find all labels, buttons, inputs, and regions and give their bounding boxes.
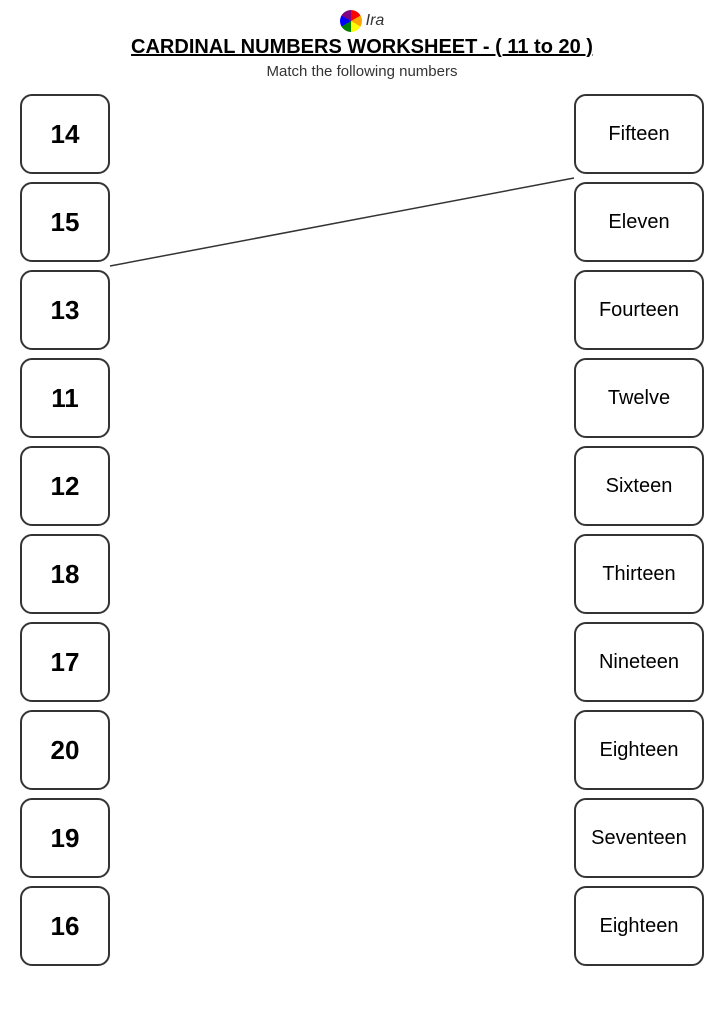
word-box-nineteen-6: Nineteen xyxy=(574,622,704,702)
worksheet-body: 14151311121817201916 FifteenElevenFourte… xyxy=(20,94,704,994)
number-box-18: 18 xyxy=(20,534,110,614)
word-box-fifteen-0: Fifteen xyxy=(574,94,704,174)
number-box-12: 12 xyxy=(20,446,110,526)
number-box-14: 14 xyxy=(20,94,110,174)
word-box-sixteen-4: Sixteen xyxy=(574,446,704,526)
right-column: FifteenElevenFourteenTwelveSixteenThirte… xyxy=(574,94,704,966)
logo-area: Ira xyxy=(0,10,724,32)
word-box-eighteen-7: Eighteen xyxy=(574,710,704,790)
word-box-thirteen-5: Thirteen xyxy=(574,534,704,614)
logo-icon xyxy=(340,10,362,32)
number-box-16: 16 xyxy=(20,886,110,966)
word-box-twelve-3: Twelve xyxy=(574,358,704,438)
number-box-13: 13 xyxy=(20,270,110,350)
logo-text: Ira xyxy=(366,12,385,30)
number-box-15: 15 xyxy=(20,182,110,262)
page-subtitle: Match the following numbers xyxy=(0,63,724,80)
number-box-19: 19 xyxy=(20,798,110,878)
left-column: 14151311121817201916 xyxy=(20,94,110,966)
word-box-fourteen-2: Fourteen xyxy=(574,270,704,350)
page-header: Ira CARDINAL NUMBERS WORKSHEET - ( 11 to… xyxy=(0,0,724,84)
word-box-eighteen-9: Eighteen xyxy=(574,886,704,966)
number-box-20: 20 xyxy=(20,710,110,790)
word-box-seventeen-8: Seventeen xyxy=(574,798,704,878)
number-box-17: 17 xyxy=(20,622,110,702)
number-box-11: 11 xyxy=(20,358,110,438)
page-title: CARDINAL NUMBERS WORKSHEET - ( 11 to 20 … xyxy=(0,36,724,59)
word-box-eleven-1: Eleven xyxy=(574,182,704,262)
